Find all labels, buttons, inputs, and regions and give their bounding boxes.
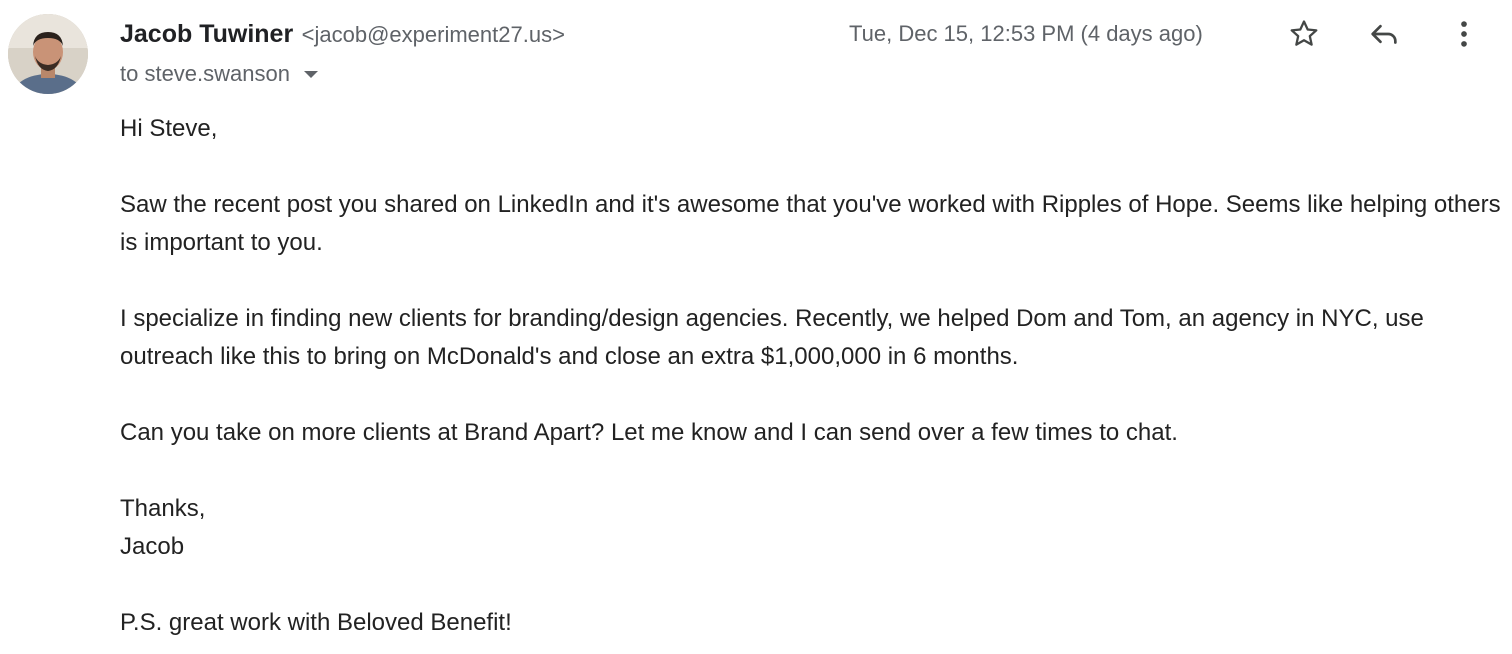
timestamp: Tue, Dec 15, 12:53 PM (4 days ago)	[849, 21, 1203, 46]
star-button[interactable]	[1284, 14, 1324, 54]
sender-line: Jacob Tuwiner <jacob@experiment27.us>	[120, 18, 565, 54]
reply-icon	[1371, 24, 1397, 44]
avatar-photo	[8, 14, 88, 94]
email-message: Jacob Tuwiner <jacob@experiment27.us> to…	[0, 0, 1512, 654]
sender-avatar[interactable]	[8, 14, 88, 94]
reply-button[interactable]	[1364, 14, 1404, 54]
more-vert-icon	[1461, 21, 1467, 47]
greeting: Hi Steve,	[120, 115, 218, 142]
sender-email: <jacob@experiment27.us>	[301, 22, 565, 47]
email-body: Hi Steve, Saw the recent post you shared…	[120, 110, 1505, 642]
body-paragraph-3: Can you take on more clients at Brand Ap…	[120, 419, 1178, 446]
more-options-button[interactable]	[1444, 14, 1484, 54]
postscript: P.S. great work with Beloved Benefit!	[120, 609, 512, 636]
recipient-details[interactable]: to steve.swanson	[120, 58, 318, 90]
body-paragraph-1: Saw the recent post you shared on Linked…	[120, 191, 1501, 256]
signoff: Thanks,	[120, 495, 206, 522]
signoff-block: Thanks, Jacob	[120, 490, 1505, 566]
body-paragraph-2: I specialize in finding new clients for …	[120, 305, 1424, 370]
sender-name[interactable]: Jacob Tuwiner	[120, 20, 293, 48]
star-icon	[1290, 20, 1318, 46]
signature: Jacob	[120, 533, 185, 560]
chevron-down-icon[interactable]	[303, 70, 318, 78]
recipient-label: to steve.swanson	[120, 61, 290, 86]
